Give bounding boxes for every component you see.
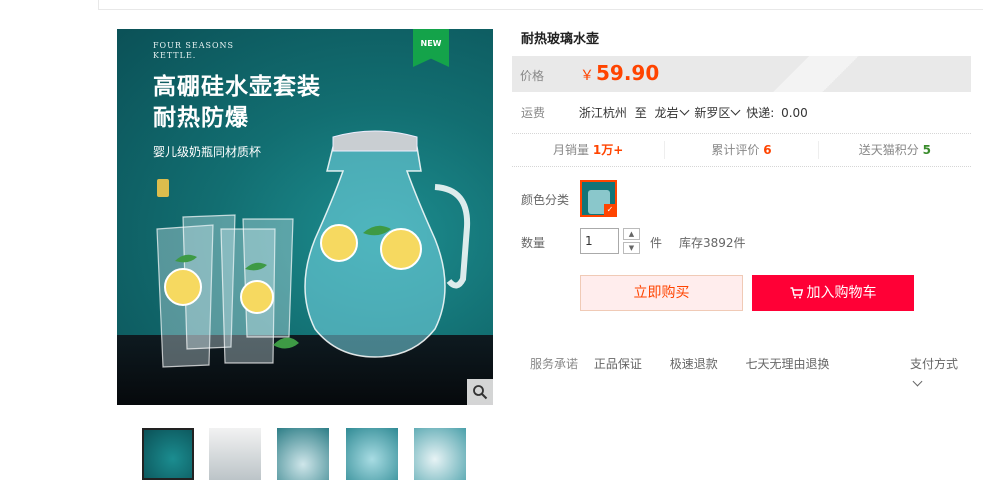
thumbnail-4[interactable]	[346, 428, 398, 480]
thumbnail-5[interactable]	[414, 428, 466, 480]
kettle-lid	[332, 130, 418, 152]
thumbnail-1[interactable]	[142, 428, 194, 480]
points-value: 5	[922, 143, 931, 157]
shipping-row: 运费 浙江杭州 至 龙岩 新罗区 快递: 0.00	[521, 104, 808, 121]
service-item[interactable]: 正品保证	[594, 357, 642, 371]
price-value: ￥ 59.90	[580, 61, 659, 85]
cup-badge-icon	[157, 179, 169, 197]
currency-symbol: ￥	[580, 68, 594, 84]
sales-stats: 月销量 1万+ 累计评价 6 送天猫积分 5	[512, 133, 971, 167]
buy-now-button[interactable]: 立即购买	[580, 275, 743, 311]
kettle-lemon-1	[320, 224, 358, 262]
add-to-cart-label: 加入购物车	[806, 285, 877, 301]
reviews-value: 6	[763, 143, 772, 157]
points-label: 送天猫积分	[858, 143, 919, 157]
lemon-slice-2	[240, 280, 274, 314]
price-row: 价格 ￥ 59.90	[512, 56, 971, 92]
service-label: 服务承诺	[530, 357, 579, 371]
add-to-cart-button[interactable]: 加入购物车	[752, 275, 914, 311]
color-swatch-selected[interactable]: ✓	[580, 180, 617, 217]
ship-city-dropdown[interactable]: 龙岩	[654, 105, 691, 120]
ship-fee: 0.00	[781, 106, 808, 120]
shipping-label: 运费	[521, 106, 546, 120]
magnifier-icon	[473, 385, 488, 400]
top-border	[98, 0, 983, 10]
chevron-down-icon	[912, 376, 923, 387]
color-label: 颜色分类	[521, 193, 570, 207]
chevron-down-icon	[679, 105, 689, 116]
ship-to-word: 至	[634, 106, 647, 120]
payment-methods[interactable]: 支付方式	[910, 355, 959, 387]
ship-from: 浙江杭州	[578, 106, 627, 120]
quantity-increase-button[interactable]: ▲	[623, 228, 640, 240]
service-item[interactable]: 极速退款	[670, 357, 718, 371]
chevron-down-icon	[730, 105, 741, 116]
tmall-points: 送天猫积分 5	[819, 141, 971, 159]
ship-district-dropdown[interactable]: 新罗区	[694, 105, 742, 120]
review-count[interactable]: 累计评价 6	[665, 141, 819, 159]
table-mint	[273, 337, 299, 349]
monthly-sales-label: 月销量	[553, 143, 590, 157]
product-illustration	[156, 130, 471, 368]
ship-fee-label: 快递:	[746, 106, 775, 120]
price-label: 价格	[520, 69, 545, 83]
quantity-input[interactable]	[580, 228, 619, 254]
main-product-image[interactable]: FOUR SEASONS KETTLE. 高硼硅水壶套装 耐热防爆 婴儿级奶瓶同…	[117, 29, 493, 405]
glass-back-right	[242, 218, 294, 338]
ship-city: 龙岩	[654, 106, 679, 120]
check-icon: ✓	[604, 204, 615, 215]
service-promises: 服务承诺 正品保证 极速退款 七天无理由退换	[530, 355, 854, 372]
stock-count: 库存3892件	[679, 236, 746, 250]
product-title: 耐热玻璃水壶	[521, 32, 600, 47]
thumbnail-2[interactable]	[209, 428, 261, 480]
quantity-label: 数量	[521, 236, 546, 250]
lemon-slice-1	[164, 268, 202, 306]
zoom-button[interactable]	[467, 379, 493, 405]
monthly-sales-value: 1万+	[592, 143, 624, 157]
reviews-label: 累计评价	[711, 143, 760, 157]
cart-icon	[790, 287, 803, 299]
quantity-decrease-button[interactable]: ▼	[623, 242, 640, 254]
price-amount: 59.90	[596, 61, 660, 85]
monthly-sales: 月销量 1万+	[512, 141, 666, 159]
kettle-lemon-2	[380, 228, 422, 270]
service-item[interactable]: 七天无理由退换	[746, 357, 830, 371]
quantity-unit: 件	[650, 236, 663, 250]
ship-district: 新罗区	[694, 106, 731, 120]
payment-label: 支付方式	[910, 357, 959, 371]
thumbnail-3[interactable]	[277, 428, 329, 480]
